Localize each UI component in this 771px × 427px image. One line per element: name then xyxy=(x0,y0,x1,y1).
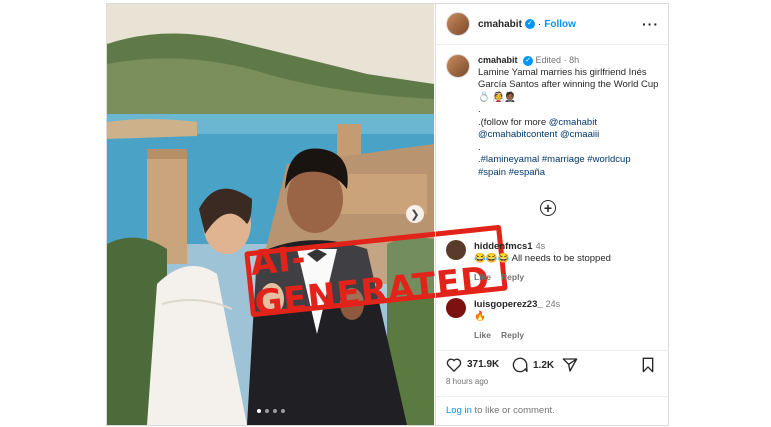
caption-dot: . xyxy=(478,141,481,153)
like-action[interactable]: 371.9K xyxy=(446,357,499,372)
comment-time: 4s xyxy=(535,241,546,251)
avatar[interactable] xyxy=(446,298,466,318)
caption: cmahabit ✓ Edited · 8h Lamine Yamal marr… xyxy=(446,54,661,179)
save-action[interactable] xyxy=(641,357,655,373)
verified-icon: ✓ xyxy=(523,55,534,66)
caption-follow-line: .(follow for more @cmahabit xyxy=(478,117,661,130)
separator-dot: · xyxy=(537,18,542,30)
follow-button[interactable]: Follow xyxy=(544,19,576,30)
share-action[interactable] xyxy=(562,357,578,373)
wedding-photo-illustration xyxy=(107,4,434,425)
post-header: cmahabit ✓ · Follow ··· xyxy=(436,4,669,45)
comment-body: hiddenfmcs1 4s 😂😂😂 All needs to be stoppe… xyxy=(474,240,611,283)
caption-text: Lamine Yamal marries his girlfriend Inés… xyxy=(478,66,659,103)
comment-text: 🔥 xyxy=(474,311,486,322)
caption-avatar[interactable] xyxy=(446,54,470,78)
comment-body: luisgoperez23_ 24s 🔥 Like Reply xyxy=(474,298,560,341)
header-username[interactable]: cmahabit xyxy=(478,19,522,30)
comment-item: luisgoperez23_ 24s 🔥 Like Reply xyxy=(446,298,661,341)
comment-username[interactable]: luisgoperez23_ xyxy=(474,299,543,310)
login-prompt: Log in to like or comment. xyxy=(436,396,669,425)
carousel-dots xyxy=(257,409,285,413)
avatar[interactable] xyxy=(446,12,470,36)
add-comment-icon[interactable]: + xyxy=(540,200,556,216)
caption-body: cmahabit ✓ Edited · 8h Lamine Yamal marr… xyxy=(478,54,661,179)
caption-username[interactable]: cmahabit xyxy=(478,55,518,65)
like-comment-button[interactable]: Like xyxy=(474,272,491,282)
caption-meta: cmahabit ✓ Edited · 8h xyxy=(478,55,580,66)
comment-action[interactable]: 1.2K xyxy=(512,357,554,373)
caption-time: 8h xyxy=(569,55,580,65)
comment-count: 1.2K xyxy=(533,359,555,371)
mention-link[interactable]: @cmaaiii xyxy=(560,129,599,140)
login-suffix: to like or comment. xyxy=(471,405,555,416)
share-icon[interactable] xyxy=(562,357,578,373)
like-comment-button[interactable]: Like xyxy=(474,330,491,340)
avatar[interactable] xyxy=(446,240,466,260)
more-icon[interactable]: ··· xyxy=(642,16,659,32)
follow-prefix: .(follow for more xyxy=(478,116,547,128)
caption-mentions-line: @cmahabitcontent @cmaaiii xyxy=(478,129,661,142)
like-count: 371.9K xyxy=(467,359,500,370)
mention-link[interactable]: @cmahabitcontent xyxy=(478,129,557,140)
heart-icon[interactable] xyxy=(446,357,462,372)
caption-dot: . xyxy=(478,104,481,115)
login-link[interactable]: Log in xyxy=(446,405,472,416)
instagram-post: ❯ AI-GENERATED cmahabit ✓ · Follow ··· c… xyxy=(106,3,669,426)
edited-label: Edited xyxy=(535,55,562,65)
comment-time: 24s xyxy=(545,299,561,309)
next-arrow-icon[interactable]: ❯ xyxy=(406,205,424,223)
comment-item: hiddenfmcs1 4s 😂😂😂 All needs to be stoppe… xyxy=(446,240,661,283)
hashtags[interactable]: #spain #españa xyxy=(478,167,661,180)
mention-link[interactable]: @cmahabit xyxy=(549,117,597,128)
hashtags[interactable]: .#lamineyamal #marriage #worldcup xyxy=(478,154,661,167)
post-time-ago: 8 hours ago xyxy=(446,377,489,386)
post-photo[interactable]: ❯ xyxy=(107,4,434,425)
reply-button[interactable]: Reply xyxy=(501,330,524,340)
comment-icon[interactable] xyxy=(512,357,528,373)
comment-username[interactable]: hiddenfmcs1 xyxy=(474,241,533,252)
reply-button[interactable]: Reply xyxy=(501,272,524,282)
comment-text: 😂😂😂 All needs to be stopped xyxy=(474,253,611,264)
bookmark-icon[interactable] xyxy=(641,357,655,373)
verified-icon: ✓ xyxy=(524,19,535,29)
post-side-panel: cmahabit ✓ · Follow ··· cmahabit ✓ Edite… xyxy=(435,4,669,425)
